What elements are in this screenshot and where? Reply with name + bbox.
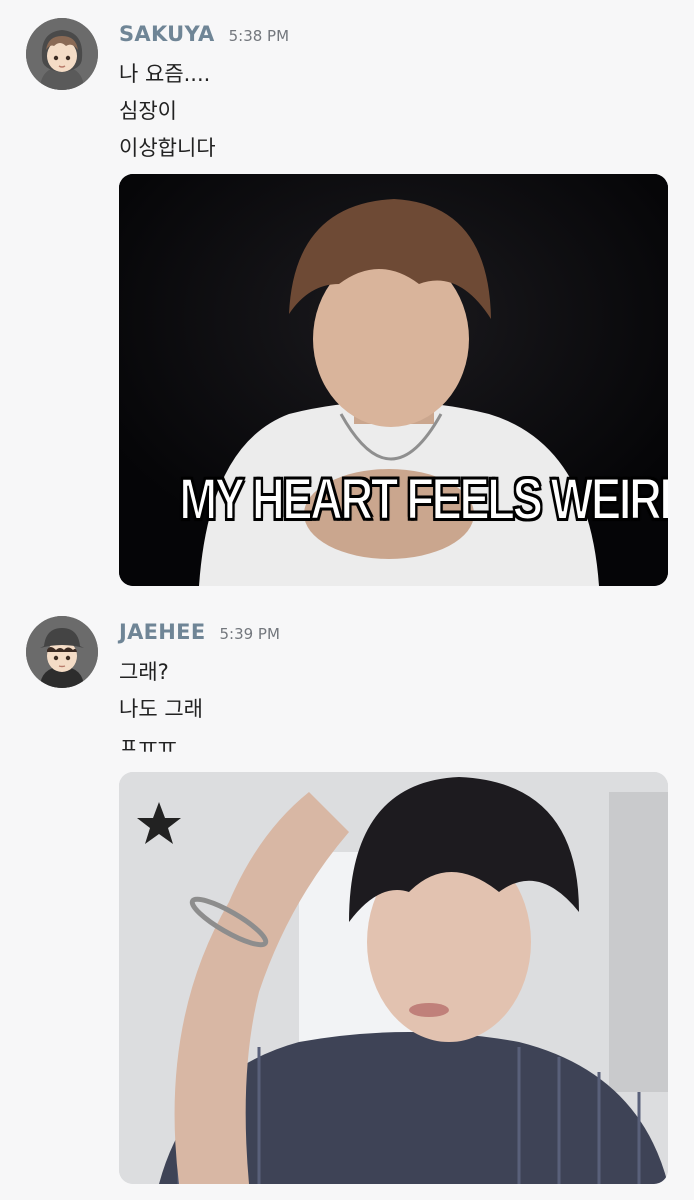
meme-image[interactable]: MY HEART FEELS WEIRD: [119, 174, 668, 586]
message-line: 이상합니다: [119, 136, 216, 160]
avatar[interactable]: [26, 616, 98, 688]
message-line: ㅍㅠㅠ: [119, 734, 177, 758]
avatar[interactable]: [26, 18, 98, 90]
timestamp: 5:38 PM: [228, 27, 290, 45]
message-header: JAEHEE 5:39 PM: [119, 620, 280, 650]
message-line: 나 요즘....: [119, 62, 211, 86]
message-body: 그래? 나도 그래 ㅍㅠㅠ: [119, 654, 659, 765]
message-body: 나 요즘.... 심장이 이상합니다: [119, 56, 659, 167]
meme-caption: MY HEART FEELS WEIRD: [179, 466, 668, 533]
username[interactable]: SAKUYA: [119, 22, 215, 46]
timestamp: 5:39 PM: [219, 625, 280, 643]
message-line: 그래?: [119, 660, 169, 684]
cartoon-boy-hoodie-icon: [26, 18, 98, 90]
message-line: 나도 그래: [119, 697, 203, 721]
message-header: SAKUYA 5:38 PM: [119, 22, 289, 52]
message-line: 심장이: [119, 99, 177, 123]
photo-illustration: [119, 772, 668, 1184]
photo-image[interactable]: [119, 772, 668, 1184]
chat-log: SAKUYA 5:38 PM 나 요즘.... 심장이 이상합니다 MY HEA…: [0, 0, 694, 1200]
cartoon-boy-cap-icon: [26, 616, 98, 688]
username[interactable]: JAEHEE: [119, 620, 205, 644]
